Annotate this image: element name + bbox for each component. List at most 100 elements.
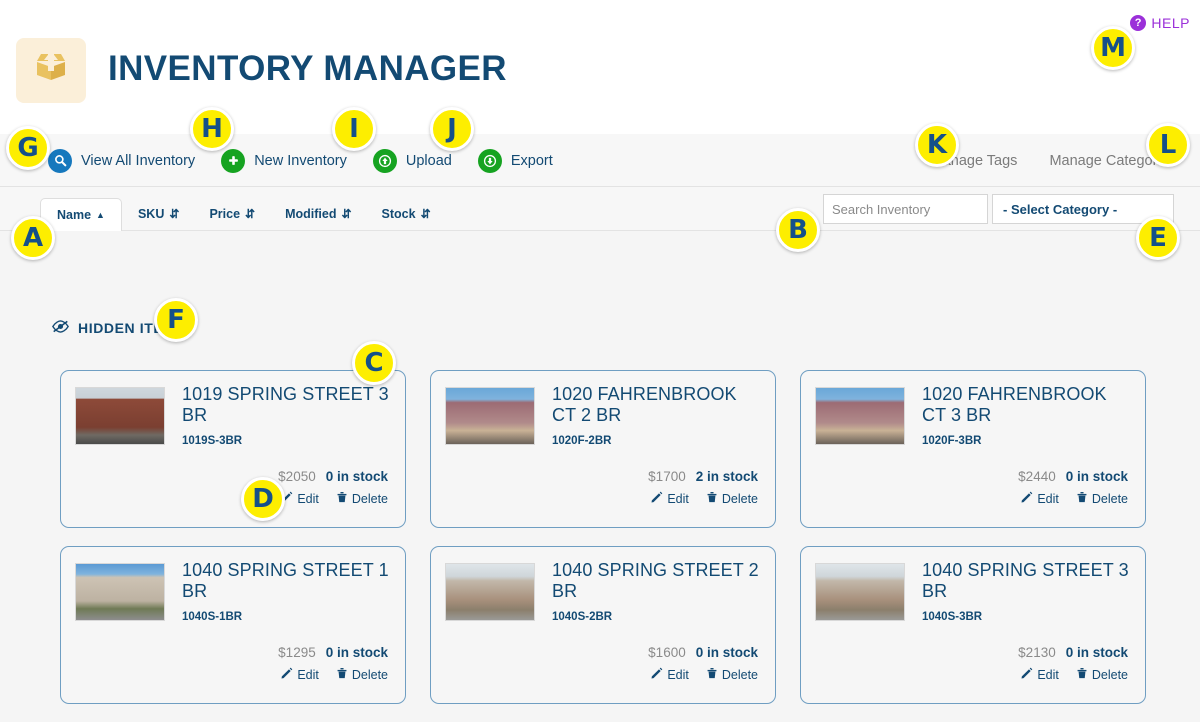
inventory-stock: 0 in stock [325, 469, 388, 484]
inventory-card-grid: 1019 SPRING STREET 3 BR 1019S-3BR $2050 … [60, 370, 1146, 704]
annotation-marker-m: M [1091, 26, 1135, 70]
eye-slash-icon [52, 320, 69, 336]
delete-button[interactable]: Delete [336, 667, 388, 682]
annotation-marker-a: A [11, 216, 55, 260]
search-input[interactable] [824, 195, 1016, 223]
inventory-card-actions: Edit Delete [1021, 491, 1128, 506]
inventory-sku: 1040S-1BR [182, 611, 243, 624]
inventory-card-body: 1020 FAHRENBROOK CT 2 BR 1020F-2BR [552, 384, 759, 447]
inventory-thumbnail [75, 387, 165, 445]
delete-button[interactable]: Delete [1076, 667, 1128, 682]
inventory-card[interactable]: 1020 FAHRENBROOK CT 3 BR 1020F-3BR $2440… [800, 370, 1146, 528]
inventory-title: 1040 SPRING STREET 1 BR [182, 560, 389, 602]
inventory-card[interactable]: 1019 SPRING STREET 3 BR 1019S-3BR $2050 … [60, 370, 406, 528]
inventory-title: 1040 SPRING STREET 2 BR [552, 560, 759, 602]
sort-tab-price[interactable]: Price ⇵ [193, 197, 269, 231]
upload-button[interactable]: Upload [372, 148, 452, 173]
sort-updown-icon: ⇵ [341, 207, 351, 221]
inventory-sku: 1040S-3BR [922, 611, 983, 624]
inventory-card[interactable]: 1040 SPRING STREET 1 BR 1040S-1BR $1295 … [60, 546, 406, 704]
edit-label: Edit [1037, 491, 1059, 506]
annotation-marker-d: D [241, 477, 285, 521]
edit-button[interactable]: Edit [281, 667, 319, 682]
plus-icon [221, 148, 246, 173]
delete-label: Delete [1091, 667, 1128, 682]
trash-icon [706, 667, 718, 682]
export-button[interactable]: Export [477, 148, 553, 173]
inventory-sku: 1019S-3BR [182, 435, 243, 448]
trash-icon [336, 491, 348, 506]
annotation-marker-k: K [915, 123, 959, 167]
edit-button[interactable]: Edit [1021, 491, 1059, 506]
pencil-icon [1021, 667, 1033, 682]
annotation-marker-e: E [1136, 216, 1180, 260]
sort-tab-modified-label: Modified [285, 207, 337, 221]
inventory-stock: 2 in stock [695, 469, 758, 484]
inventory-meta: $2440 0 in stock [1018, 469, 1128, 484]
inventory-stock: 0 in stock [1065, 645, 1128, 660]
edit-button[interactable]: Edit [651, 491, 689, 506]
sort-tab-name[interactable]: Name ▲ [40, 198, 122, 231]
annotation-marker-g: G [6, 126, 50, 170]
inventory-card[interactable]: 1020 FAHRENBROOK CT 2 BR 1020F-2BR $1700… [430, 370, 776, 528]
inventory-thumbnail [445, 563, 535, 621]
new-inventory-button[interactable]: New Inventory [221, 148, 347, 173]
edit-button[interactable]: Edit [281, 491, 319, 506]
inventory-stock: 0 in stock [1065, 469, 1128, 484]
delete-button[interactable]: Delete [1076, 491, 1128, 506]
inventory-price: $1700 [648, 469, 686, 484]
inventory-price: $1295 [278, 645, 316, 660]
inventory-card[interactable]: 1040 SPRING STREET 3 BR 1040S-3BR $2130 … [800, 546, 1146, 704]
inventory-title: 1020 FAHRENBROOK CT 3 BR [922, 384, 1107, 426]
inventory-stock: 0 in stock [325, 645, 388, 660]
inventory-title: 1040 SPRING STREET 3 BR [922, 560, 1129, 602]
app-header: INVENTORY MANAGER ? HELP [0, 0, 1200, 134]
sort-tabs: Name ▲ SKU ⇵ Price ⇵ Modified ⇵ Stock ⇵ [40, 187, 445, 231]
inventory-thumbnail [815, 563, 905, 621]
sort-tab-price-label: Price [209, 207, 241, 221]
trash-icon [706, 491, 718, 506]
inventory-card-body: 1040 SPRING STREET 2 BR 1040S-2BR [552, 560, 759, 623]
edit-label: Edit [667, 667, 689, 682]
view-all-inventory-button[interactable]: View All Inventory [48, 148, 196, 173]
new-inventory-label: New Inventory [254, 152, 347, 169]
inventory-thumbnail [75, 563, 165, 621]
delete-button[interactable]: Delete [706, 667, 758, 682]
inventory-card-actions: Edit Delete [651, 491, 758, 506]
inventory-manager-page: INVENTORY MANAGER ? HELP View All Invent… [0, 0, 1200, 722]
pencil-icon [1021, 491, 1033, 506]
inventory-thumbnail [815, 387, 905, 445]
inventory-title: 1020 FAHRENBROOK CT 2 BR [552, 384, 737, 426]
pencil-icon [651, 491, 663, 506]
inventory-card-actions: Edit Delete [281, 491, 388, 506]
trash-icon [1076, 491, 1088, 506]
sort-tab-modified[interactable]: Modified ⇵ [269, 197, 365, 231]
toolbar-actions: View All Inventory New Inventory Upload … [48, 134, 553, 187]
inventory-meta: $1295 0 in stock [278, 645, 388, 660]
delete-button[interactable]: Delete [336, 491, 388, 506]
edit-button[interactable]: Edit [651, 667, 689, 682]
help-link[interactable]: ? HELP [1130, 15, 1190, 31]
annotation-marker-f: F [154, 298, 198, 342]
edit-label: Edit [297, 491, 319, 506]
upload-arrow-icon [372, 148, 397, 173]
edit-label: Edit [297, 667, 319, 682]
inventory-price: $2130 [1018, 645, 1056, 660]
trash-icon [1076, 667, 1088, 682]
annotation-marker-i: I [332, 107, 376, 151]
inventory-card[interactable]: 1040 SPRING STREET 2 BR 1040S-2BR $1600 … [430, 546, 776, 704]
caret-up-icon: ▲ [96, 209, 105, 220]
delete-label: Delete [351, 491, 388, 506]
delete-button[interactable]: Delete [706, 491, 758, 506]
edit-button[interactable]: Edit [1021, 667, 1059, 682]
view-all-inventory-label: View All Inventory [81, 152, 196, 169]
sort-updown-icon: ⇵ [169, 207, 179, 221]
sort-tab-stock[interactable]: Stock ⇵ [366, 197, 445, 231]
sort-tab-sku[interactable]: SKU ⇵ [122, 197, 193, 231]
inventory-sku: 1020F-2BR [552, 435, 612, 448]
search-box [823, 194, 1031, 224]
trash-icon [336, 667, 348, 682]
download-arrow-icon [477, 148, 502, 173]
annotation-marker-h: H [190, 107, 234, 151]
inventory-sku: 1020F-3BR [922, 435, 982, 448]
